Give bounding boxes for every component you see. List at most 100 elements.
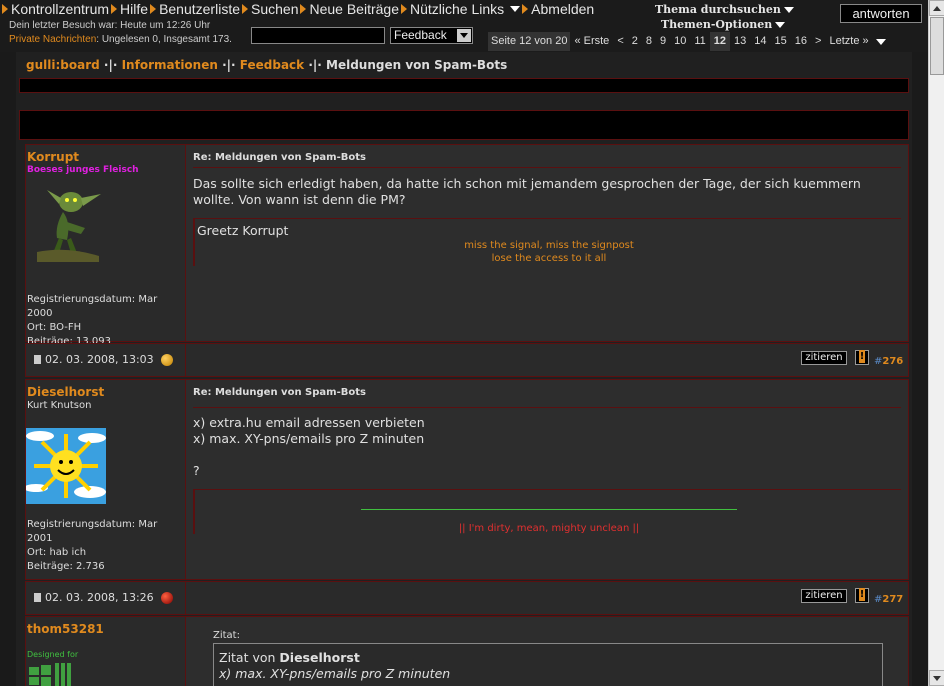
arrow-right-icon bbox=[150, 4, 157, 14]
post-276: Korrupt Boeses junges Fleisch Registrier… bbox=[25, 144, 909, 347]
designed-for-badge: Designed for bbox=[27, 650, 79, 659]
chevron-down-icon bbox=[783, 6, 794, 13]
page-next[interactable]: > bbox=[811, 32, 825, 51]
nav-benutzerliste[interactable]: Benutzerliste bbox=[150, 1, 240, 17]
post-divider bbox=[193, 407, 901, 408]
arrow-right-icon bbox=[401, 4, 407, 14]
pagination: Seite 12 von 20 « Erste < 2 8 9 10 11 12… bbox=[488, 32, 886, 51]
username[interactable]: Dieselhorst bbox=[27, 385, 104, 399]
post-title: Re: Meldungen von Spam-Bots bbox=[193, 387, 366, 398]
chevron-down-icon bbox=[510, 6, 521, 12]
windows-logo-icon bbox=[29, 663, 71, 686]
banner-area bbox=[19, 110, 909, 140]
breadcrumb-board[interactable]: gulli:board bbox=[26, 58, 100, 72]
report-icon[interactable] bbox=[855, 588, 869, 603]
page-label: Seite 12 von 20 bbox=[488, 32, 571, 51]
page-9[interactable]: 9 bbox=[656, 32, 670, 51]
page-15[interactable]: 15 bbox=[771, 32, 791, 51]
arrow-right-icon bbox=[242, 4, 248, 14]
signature: || I'm dirty, mean, mighty unclean || bbox=[193, 489, 901, 534]
user-title: Kurt Knutson bbox=[27, 400, 92, 411]
quote-button[interactable]: zitieren bbox=[801, 351, 847, 365]
user-title: Boeses junges Fleisch bbox=[27, 165, 139, 175]
page-14[interactable]: 14 bbox=[750, 32, 770, 51]
post-title: Re: Meldungen von Spam-Bots bbox=[193, 152, 366, 163]
banner-bar bbox=[19, 78, 909, 93]
online-status-icon bbox=[160, 353, 173, 366]
post-icon bbox=[34, 355, 41, 364]
page-11[interactable]: 11 bbox=[690, 32, 709, 51]
page-10[interactable]: 10 bbox=[670, 32, 690, 51]
page-8[interactable]: 8 bbox=[642, 32, 656, 51]
avatar[interactable] bbox=[26, 428, 106, 504]
scroll-thumb[interactable] bbox=[930, 17, 944, 75]
chevron-down-icon bbox=[775, 21, 786, 28]
quote-box: Zitat von Dieselhorst x) max. XY-pns/ema… bbox=[213, 643, 883, 686]
post-divider bbox=[193, 167, 901, 168]
post-number[interactable]: #277 bbox=[874, 594, 903, 605]
nav-suchen[interactable]: Suchen bbox=[242, 1, 298, 17]
thread-tools: Thema durchsuchen Themen-Optionen bbox=[655, 2, 794, 32]
page-last[interactable]: Letzte » bbox=[825, 32, 872, 51]
post-body: x) extra.hu email adressen verbieten x) … bbox=[193, 415, 425, 478]
signature: Greetz Korrupt miss the signal, miss the… bbox=[193, 218, 901, 266]
top-navigation-bar: Kontrollzentrum Hilfe Benutzerliste Such… bbox=[0, 0, 928, 52]
user-details: Registrierungsdatum: Mar 2000 Ort: BO-FH… bbox=[27, 294, 158, 347]
scroll-down-icon[interactable] bbox=[929, 670, 944, 686]
breadcrumb-current: Meldungen von Spam-Bots bbox=[326, 58, 508, 72]
post-277: Dieselhorst Kurt Knutson Registrierungsd… bbox=[25, 379, 909, 580]
nav-hilfe[interactable]: Hilfe bbox=[111, 1, 148, 17]
avatar[interactable] bbox=[27, 182, 107, 264]
quote-text: x) max. XY-pns/emails pro Z minuten bbox=[219, 666, 451, 681]
thread-options-menu[interactable]: Themen-Optionen bbox=[655, 17, 794, 32]
breadcrumb: gulli:board ·|· Informationen ·|· Feedba… bbox=[26, 58, 508, 72]
quote-button[interactable]: zitieren bbox=[801, 589, 847, 603]
post-278: thom53281 Designed for Zitat: Zitat von … bbox=[25, 616, 909, 686]
page-prev[interactable]: < bbox=[613, 32, 627, 51]
post-icon bbox=[34, 593, 41, 602]
post-author-info: Korrupt Boeses junges Fleisch Registrier… bbox=[26, 145, 186, 347]
post-276-footer: 02. 03. 2008, 13:03 zitieren #276 bbox=[25, 343, 909, 377]
nav-abmelden[interactable]: Abmelden bbox=[522, 1, 594, 17]
signature-divider bbox=[361, 509, 737, 510]
breadcrumb-feedback[interactable]: Feedback bbox=[240, 58, 304, 72]
search-thread-menu[interactable]: Thema durchsuchen bbox=[655, 2, 794, 17]
reply-button[interactable]: antworten bbox=[840, 4, 922, 23]
report-icon[interactable] bbox=[855, 350, 869, 365]
arrow-right-icon bbox=[300, 4, 307, 14]
arrow-right-icon bbox=[522, 4, 529, 14]
thread-content: gulli:board ·|· Informationen ·|· Feedba… bbox=[16, 52, 912, 686]
username[interactable]: Korrupt bbox=[27, 150, 79, 164]
nav-nuetzliche-links[interactable]: Nützliche Links bbox=[401, 1, 521, 17]
post-body: Das sollte sich erledigt haben, da hatte… bbox=[193, 176, 861, 207]
private-messages-status: Private Nachrichten: Ungelesen 0, Insges… bbox=[9, 34, 232, 45]
post-author-info: Dieselhorst Kurt Knutson Registrierungsd… bbox=[26, 380, 186, 579]
page-2[interactable]: 2 bbox=[628, 32, 642, 51]
arrow-right-icon bbox=[2, 4, 8, 14]
post-277-footer: 02. 03. 2008, 13:26 zitieren #277 bbox=[25, 581, 909, 615]
chevron-down-icon[interactable] bbox=[875, 38, 886, 45]
arrow-right-icon bbox=[111, 4, 118, 14]
quote-author: Dieselhorst bbox=[279, 650, 360, 665]
post-number[interactable]: #276 bbox=[874, 356, 903, 367]
quick-search-input[interactable] bbox=[251, 27, 385, 44]
page-16[interactable]: 16 bbox=[791, 32, 811, 51]
scroll-up-icon[interactable] bbox=[929, 0, 944, 16]
nav-neue-beitraege[interactable]: Neue Beiträge bbox=[300, 1, 399, 17]
post-date: 02. 03. 2008, 13:26 bbox=[34, 591, 173, 604]
username[interactable]: thom53281 bbox=[27, 622, 104, 636]
private-messages-link[interactable]: Private Nachrichten bbox=[9, 34, 96, 45]
page-scrollbar[interactable] bbox=[928, 0, 944, 686]
main-nav: Kontrollzentrum Hilfe Benutzerliste Such… bbox=[2, 1, 594, 17]
dropdown-arrow-icon bbox=[457, 29, 471, 42]
page-first[interactable]: « Erste bbox=[570, 32, 613, 51]
user-details: Registrierungsdatum: Mar 2001 Ort: hab i… bbox=[27, 519, 158, 572]
post-author-info: thom53281 Designed for bbox=[26, 617, 186, 686]
breadcrumb-informationen[interactable]: Informationen bbox=[122, 58, 218, 72]
post-date: 02. 03. 2008, 13:03 bbox=[34, 353, 173, 366]
nav-kontrollzentrum[interactable]: Kontrollzentrum bbox=[2, 1, 109, 17]
page-13[interactable]: 13 bbox=[730, 32, 750, 51]
offline-status-icon bbox=[160, 591, 173, 604]
quote-label: Zitat: bbox=[213, 630, 240, 641]
forum-jump-select[interactable]: Feedback bbox=[390, 27, 473, 44]
